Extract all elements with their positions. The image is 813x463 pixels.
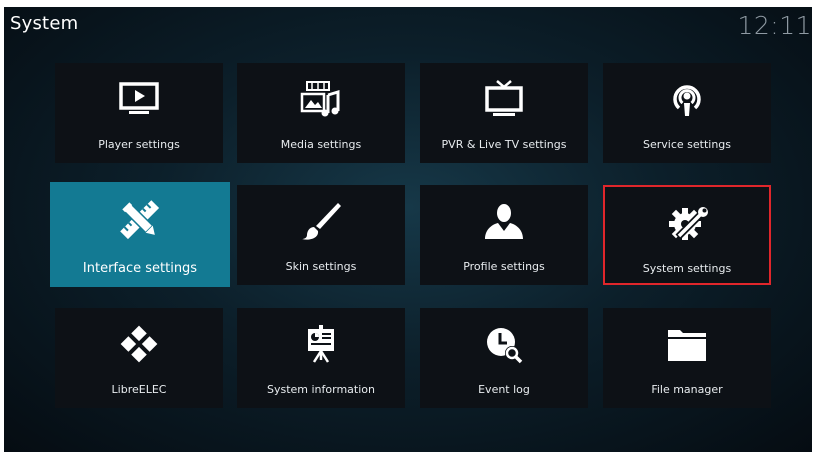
tv-icon	[481, 79, 527, 119]
tile-label: LibreELEC	[111, 383, 167, 396]
tile-skin-settings[interactable]: Skin settings	[237, 185, 405, 285]
tile-label: System settings	[642, 262, 732, 275]
tile-interface-settings[interactable]: Interface settings	[50, 182, 230, 287]
tile-profile-settings[interactable]: Profile settings	[420, 185, 588, 285]
tile-system-settings[interactable]: System settings	[603, 185, 771, 285]
tile-pvr-settings[interactable]: PVR & Live TV settings	[420, 63, 588, 163]
page-title: System	[10, 13, 79, 34]
paintbrush-icon	[298, 201, 344, 241]
tile-player-settings[interactable]: Player settings	[55, 63, 223, 163]
tile-label: File manager	[651, 383, 723, 396]
tile-label: Skin settings	[285, 260, 357, 273]
tile-label: System information	[266, 383, 375, 396]
user-icon	[481, 201, 527, 241]
tile-label: Service settings	[642, 138, 732, 151]
tile-system-information[interactable]: System information	[237, 308, 405, 408]
tile-media-settings[interactable]: Media settings	[237, 63, 405, 163]
pencil-ruler-icon	[117, 200, 163, 240]
monitor-play-icon	[116, 79, 162, 119]
presentation-icon	[298, 324, 344, 364]
tile-libreelec[interactable]: LibreELEC	[55, 308, 223, 408]
tile-label: Profile settings	[463, 260, 545, 273]
clock-search-icon	[481, 324, 527, 364]
libreelec-icon	[116, 324, 162, 364]
gear-wrench-icon	[664, 203, 710, 243]
system-screen: System 12:11 Player settings Media setti…	[4, 7, 812, 452]
podcast-icon	[664, 79, 710, 119]
tile-event-log[interactable]: Event log	[420, 308, 588, 408]
media-icon	[298, 79, 344, 119]
tile-label: Interface settings	[82, 261, 198, 276]
tile-file-manager[interactable]: File manager	[603, 308, 771, 408]
tile-label: PVR & Live TV settings	[441, 138, 567, 151]
tile-service-settings[interactable]: Service settings	[603, 63, 771, 163]
tile-label: Media settings	[280, 138, 362, 151]
clock: 12:11	[737, 11, 812, 40]
tile-label: Event log	[478, 383, 530, 396]
tile-label: Player settings	[98, 138, 180, 151]
folder-icon	[664, 324, 710, 364]
